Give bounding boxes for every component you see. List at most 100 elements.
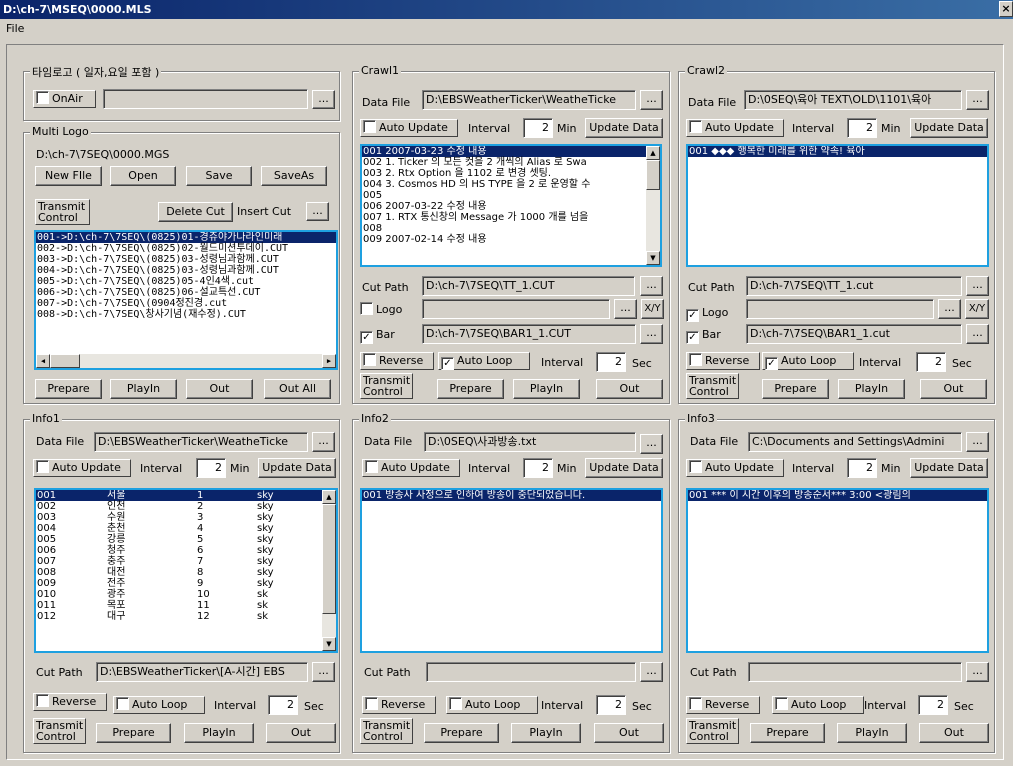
crawl1-vscroll[interactable]: ▲ ▼ <box>646 146 660 265</box>
list-item[interactable]: 002 1. Ticker 의 모든 컷을 2 개씩의 Alias 로 Swa <box>362 157 660 168</box>
info3-auto-update-box[interactable] <box>689 460 702 473</box>
info1-update-data-button[interactable]: Update Data <box>258 458 336 478</box>
scroll-right-icon[interactable]: ▶ <box>322 354 336 368</box>
info2-playin-button[interactable]: PlayIn <box>511 723 581 743</box>
info2-update-data-button[interactable]: Update Data <box>585 458 663 478</box>
info1-data-file-field[interactable]: D:\EBSWeatherTicker\WeatheTicke <box>94 432 308 452</box>
info3-out-button[interactable]: Out <box>919 723 989 743</box>
crawl1-logo-field[interactable] <box>422 299 610 319</box>
table-row[interactable]: 008 대전 8 sky <box>36 567 336 578</box>
list-item[interactable]: 003 2. Rtx Option 을 1102 로 변경 셋팅. <box>362 168 660 179</box>
info3-prepare-button[interactable]: Prepare <box>750 723 825 743</box>
list-item[interactable]: 001 *** 이 시간 이후의 방송순서*** 3:00 <광림의 <box>688 490 987 501</box>
info2-out-button[interactable]: Out <box>594 723 664 743</box>
crawl2-cut-path-field[interactable]: D:\ch-7\7SEQ\TT_1.cut <box>746 276 962 296</box>
insert-cut-browse-button[interactable]: ... <box>306 202 329 221</box>
table-row[interactable]: 001 서울 1 sky <box>36 490 336 501</box>
info2-reverse-box[interactable] <box>365 697 378 710</box>
crawl1-loop-interval-field[interactable]: 2 <box>596 352 626 372</box>
info2-cut-path-browse-button[interactable]: ... <box>640 662 663 682</box>
list-item[interactable]: 003->D:\ch-7\7SEQ\(0825)03-성령님과함께.CUT <box>36 254 336 265</box>
info2-data-file-field[interactable]: D:\0SEQ\사과방송.txt <box>424 432 636 452</box>
crawl1-xy-button[interactable]: X/Y <box>641 299 664 319</box>
info2-auto-update-checkbox[interactable]: Auto Update <box>362 459 460 477</box>
info3-playin-button[interactable]: PlayIn <box>837 723 907 743</box>
open-button[interactable]: Open <box>110 166 176 186</box>
table-row[interactable]: 010 광주 10 sk <box>36 589 336 600</box>
info1-auto-update-box[interactable] <box>36 460 49 473</box>
crawl1-data-file-field[interactable]: D:\EBSWeatherTicker\WeatheTicke <box>422 90 636 110</box>
info3-update-data-button[interactable]: Update Data <box>910 458 988 478</box>
scroll-down-icon[interactable]: ▼ <box>322 637 336 651</box>
multilogo-transmit-control[interactable]: Transmit Control <box>35 199 90 225</box>
info3-auto-loop-checkbox[interactable]: Auto Loop <box>772 696 864 714</box>
scroll-down-icon[interactable]: ▼ <box>646 251 660 265</box>
vscroll-thumb[interactable] <box>322 504 336 614</box>
info3-cut-path-browse-button[interactable]: ... <box>966 662 989 682</box>
table-row[interactable]: 005 강릉 5 sky <box>36 534 336 545</box>
crawl2-out-button[interactable]: Out <box>920 379 987 399</box>
info1-cut-path-field[interactable]: D:\EBSWeatherTicker\[A-시간] EBS <box>96 662 308 682</box>
list-item[interactable]: 001 2007-03-23 수정 내용 <box>362 146 660 157</box>
multilogo-list[interactable]: 001->D:\ch-7\7SEQ\(0825)01-경쥬야가나라인미래 002-… <box>34 230 338 370</box>
table-row[interactable]: 003 수원 3 sky <box>36 512 336 523</box>
info1-out-button[interactable]: Out <box>266 723 336 743</box>
scroll-up-icon[interactable]: ▲ <box>322 490 336 504</box>
onair-checkbox[interactable]: OnAir <box>33 90 96 108</box>
scroll-left-icon[interactable]: ◀ <box>36 354 50 368</box>
crawl1-update-data-button[interactable]: Update Data <box>585 118 663 138</box>
info2-reverse-checkbox[interactable]: Reverse <box>362 696 436 714</box>
list-item[interactable]: 001->D:\ch-7\7SEQ\(0825)01-경쥬야가나라인미래 <box>36 232 336 243</box>
crawl1-auto-loop-checkbox[interactable]: ✓ Auto Loop <box>438 352 530 370</box>
crawl1-logo-box[interactable] <box>360 302 373 315</box>
crawl2-bar-browse-button[interactable]: ... <box>966 324 989 344</box>
crawl2-xy-button[interactable]: X/Y <box>965 299 989 319</box>
crawl1-interval-field[interactable]: 2 <box>523 118 553 138</box>
list-item[interactable]: 001 방송사 사정으로 인하여 방송이 중단되었습니다. <box>362 490 661 501</box>
multilogo-out-button[interactable]: Out <box>186 379 253 399</box>
info1-auto-loop-checkbox[interactable]: Auto Loop <box>113 696 205 714</box>
info1-loop-interval-field[interactable]: 2 <box>268 695 298 715</box>
save-button[interactable]: Save <box>186 166 252 186</box>
multilogo-playin-button[interactable]: PlayIn <box>110 379 177 399</box>
hscroll-thumb[interactable] <box>50 354 80 368</box>
multilogo-prepare-button[interactable]: Prepare <box>35 379 102 399</box>
info1-reverse-checkbox[interactable]: Reverse <box>33 693 107 711</box>
table-row[interactable]: 004 춘천 4 sky <box>36 523 336 534</box>
crawl2-auto-loop-box[interactable]: ✓ <box>765 357 778 370</box>
info1-data-file-browse-button[interactable]: ... <box>312 432 335 452</box>
crawl1-out-button[interactable]: Out <box>596 379 663 399</box>
info3-auto-loop-box[interactable] <box>775 697 788 710</box>
crawl2-bar-checkbox[interactable]: ✓ Bar <box>686 327 721 344</box>
info1-reverse-box[interactable] <box>36 694 49 707</box>
list-item[interactable]: 002->D:\ch-7\7SEQ\(0825)02-월드미션투데이.CUT <box>36 243 336 254</box>
crawl2-auto-update-checkbox[interactable]: Auto Update <box>686 119 784 137</box>
info3-interval-field[interactable]: 2 <box>847 458 877 478</box>
list-item[interactable]: 007 1. RTX 통신창의 Message 가 1000 개를 넘을 <box>362 212 660 223</box>
onair-box[interactable] <box>36 91 49 104</box>
crawl1-auto-update-box[interactable] <box>363 120 376 133</box>
info1-vscroll[interactable]: ▲ ▼ <box>322 490 336 651</box>
crawl1-prepare-button[interactable]: Prepare <box>437 379 504 399</box>
crawl2-logo-field[interactable] <box>746 299 934 319</box>
table-row[interactable]: 011 목포 11 sk <box>36 600 336 611</box>
info3-data-file-field[interactable]: C:\Documents and Settings\Admini <box>748 432 962 452</box>
info2-auto-update-box[interactable] <box>365 460 378 473</box>
list-item[interactable]: 005 <box>362 190 660 201</box>
info3-transmit-control[interactable]: Transmit Control <box>686 718 739 744</box>
crawl2-interval-field[interactable]: 2 <box>847 118 877 138</box>
info2-cut-path-field[interactable] <box>426 662 636 682</box>
info2-transmit-control[interactable]: Transmit Control <box>360 718 413 744</box>
list-item[interactable]: 004->D:\ch-7\7SEQ\(0825)03-성령님과함께.CUT <box>36 265 336 276</box>
vscroll-thumb[interactable] <box>646 160 660 190</box>
table-row[interactable]: 012 대구 12 sk <box>36 611 336 622</box>
table-row[interactable]: 006 청주 6 sky <box>36 545 336 556</box>
crawl1-auto-update-checkbox[interactable]: Auto Update <box>360 119 458 137</box>
crawl1-bar-browse-button[interactable]: ... <box>640 324 663 344</box>
crawl2-auto-update-box[interactable] <box>689 120 702 133</box>
info2-interval-field[interactable]: 2 <box>523 458 553 478</box>
crawl2-data-file-browse-button[interactable]: ... <box>966 90 989 110</box>
crawl2-logo-checkbox[interactable]: ✓ Logo <box>686 305 728 322</box>
info3-data-file-browse-button[interactable]: ... <box>966 432 989 452</box>
save-as-button[interactable]: SaveAs <box>261 166 327 186</box>
